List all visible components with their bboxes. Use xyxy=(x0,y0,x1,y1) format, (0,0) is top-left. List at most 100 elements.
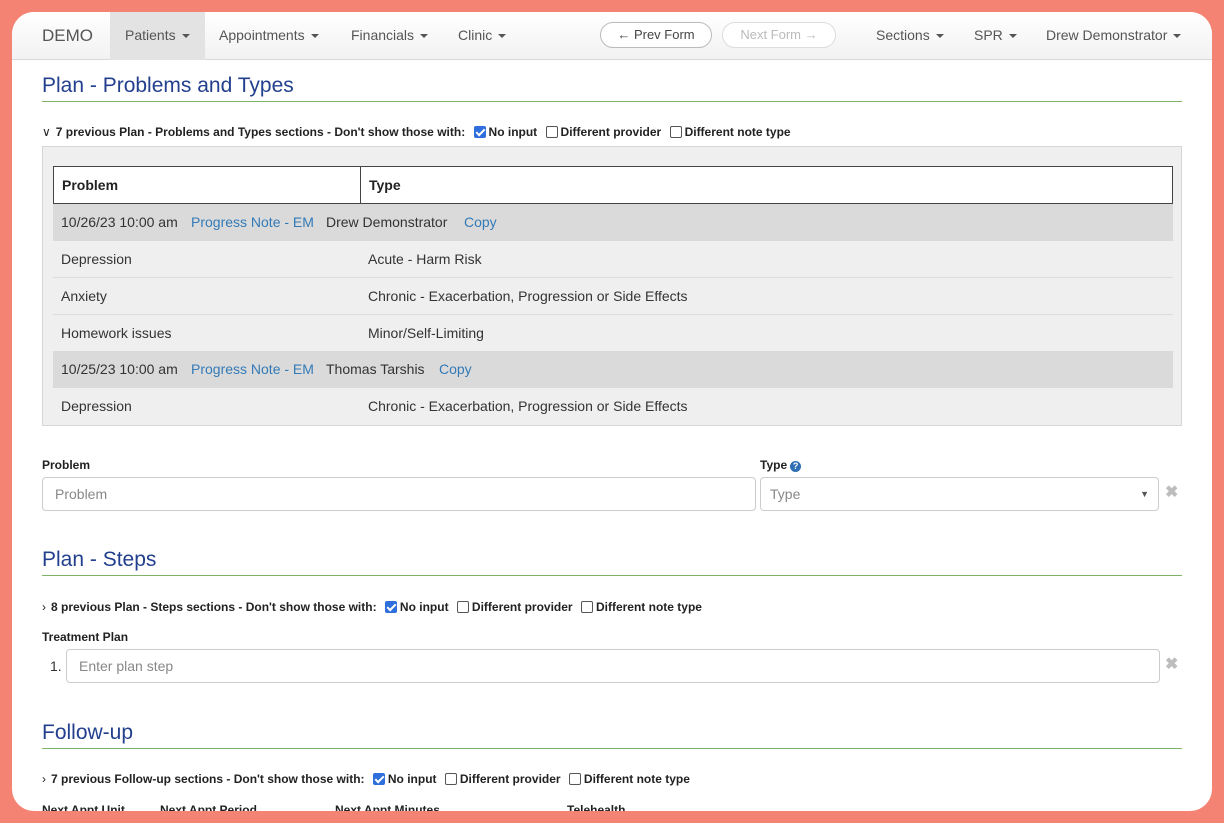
different-note-type-label: Different note type xyxy=(583,772,690,786)
different-provider-label: Different provider xyxy=(560,125,662,139)
table-row: Depression Acute - Harm Risk xyxy=(53,241,1173,278)
type-select[interactable]: Type ▼ xyxy=(760,477,1159,511)
nav-spr-label: SPR xyxy=(974,27,1003,43)
caret-down-icon xyxy=(1008,34,1017,39)
different-provider-checkbox[interactable] xyxy=(444,773,457,785)
nav-appointments[interactable]: Appointments xyxy=(219,12,319,60)
nav-patients-label: Patients xyxy=(125,27,176,43)
nav-patients[interactable]: Patients xyxy=(110,12,205,60)
no-input-checkbox[interactable] xyxy=(372,773,385,785)
section-divider xyxy=(42,575,1182,576)
nav-spr[interactable]: SPR xyxy=(974,12,1017,60)
brand-logo[interactable]: DEMO xyxy=(42,12,93,60)
nav-financials[interactable]: Financials xyxy=(351,12,429,60)
different-provider-label: Different provider xyxy=(459,772,561,786)
previous-sections-label: 7 previous Follow-up sections - xyxy=(51,772,231,786)
column-header-type: Type xyxy=(369,177,401,193)
problem-field-label: Problem xyxy=(42,458,91,472)
nav-appointments-label: Appointments xyxy=(219,27,305,43)
previous-sections-label: 8 previous Plan - Steps sections - xyxy=(51,600,243,614)
column-divider xyxy=(360,167,361,203)
group-provider: Drew Demonstrator xyxy=(326,214,448,230)
telehealth-label: Telehealth xyxy=(567,803,626,811)
group-date: 10/26/23 10:00 am xyxy=(61,214,178,230)
nav-financials-label: Financials xyxy=(351,27,415,43)
type-field-label-text: Type xyxy=(760,458,788,472)
chevron-right-icon: › xyxy=(42,772,46,786)
problem-input[interactable] xyxy=(42,477,756,511)
group-note-link[interactable]: Progress Note - EM xyxy=(191,361,314,377)
table-row: Homework issues Minor/Self-Limiting xyxy=(53,315,1173,352)
no-input-checkbox[interactable] xyxy=(473,126,486,138)
cell-type: Chronic - Exacerbation, Progression or S… xyxy=(368,288,688,304)
section-divider xyxy=(42,101,1182,102)
chevron-right-icon: › xyxy=(42,600,46,614)
next-form-button[interactable]: Next Form → xyxy=(722,22,836,48)
type-field-label: Type? xyxy=(760,458,802,472)
nav-user-menu[interactable]: Drew Demonstrator xyxy=(1046,12,1182,60)
nav-clinic[interactable]: Clinic xyxy=(458,12,507,60)
prev-form-button[interactable]: ← Prev Form xyxy=(600,22,712,48)
previous-sections-toggle-followup[interactable]: › 7 previous Follow-up sections - Don't s… xyxy=(42,772,690,786)
no-input-checkbox[interactable] xyxy=(384,601,397,613)
previous-sections-label: 7 previous Plan - Problems and Types sec… xyxy=(55,125,331,139)
previous-sections-toggle-steps[interactable]: › 8 previous Plan - Steps sections - Don'… xyxy=(42,600,702,614)
next-appt-period-label: Next Appt Period xyxy=(160,803,257,811)
no-input-label: No input xyxy=(399,600,449,614)
help-icon[interactable]: ? xyxy=(790,461,802,472)
treatment-plan-label: Treatment Plan xyxy=(42,630,129,644)
cell-problem: Depression xyxy=(61,398,132,414)
previous-sections-toggle-problems[interactable]: ∨ 7 previous Plan - Problems and Types se… xyxy=(42,125,791,139)
section-title-problems: Plan - Problems and Types xyxy=(42,74,294,97)
section-divider xyxy=(42,748,1182,749)
cell-type: Chronic - Exacerbation, Progression or S… xyxy=(368,398,688,414)
section-title-followup: Follow-up xyxy=(42,721,134,744)
different-provider-checkbox[interactable] xyxy=(545,126,558,138)
caret-down-icon xyxy=(310,34,319,39)
different-note-type-checkbox[interactable] xyxy=(568,773,581,785)
different-note-type-label: Different note type xyxy=(595,600,702,614)
group-date: 10/25/23 10:00 am xyxy=(61,361,178,377)
copy-link[interactable]: Copy xyxy=(439,361,472,377)
caret-down-icon xyxy=(420,34,429,39)
next-appt-unit-label: Next Appt Unit xyxy=(42,803,125,811)
filter-prefix: Don't show those with: xyxy=(334,125,466,139)
different-note-type-label: Different note type xyxy=(684,125,791,139)
cell-type: Minor/Self-Limiting xyxy=(368,325,484,341)
previous-sections-panel: Problem Type 10/26/23 10:00 am Progress … xyxy=(42,146,1182,426)
nav-sections[interactable]: Sections xyxy=(876,12,944,60)
top-navbar: DEMO Patients Appointments Financials Cl… xyxy=(12,12,1212,60)
plan-step-input[interactable] xyxy=(66,649,1160,683)
copy-link[interactable]: Copy xyxy=(464,214,497,230)
type-select-placeholder: Type xyxy=(770,486,801,502)
nav-sections-label: Sections xyxy=(876,27,930,43)
nav-user-label: Drew Demonstrator xyxy=(1046,27,1168,43)
remove-icon[interactable]: ✖ xyxy=(1165,654,1178,674)
step-number: 1. xyxy=(50,658,62,674)
caret-down-icon xyxy=(181,34,190,39)
different-provider-checkbox[interactable] xyxy=(456,601,469,613)
cell-problem: Homework issues xyxy=(61,325,172,341)
group-provider: Thomas Tarshis xyxy=(326,361,425,377)
caret-down-icon xyxy=(935,34,944,39)
cell-problem: Anxiety xyxy=(61,288,107,304)
table-group-row: 10/26/23 10:00 am Progress Note - EM Dre… xyxy=(53,204,1173,241)
filter-prefix: Don't show those with: xyxy=(233,772,365,786)
table-group-row: 10/25/23 10:00 am Progress Note - EM Tho… xyxy=(53,351,1173,388)
next-appt-minutes-label: Next Appt Minutes xyxy=(335,803,440,811)
cell-problem: Depression xyxy=(61,251,132,267)
different-provider-label: Different provider xyxy=(471,600,573,614)
table-header: Problem Type xyxy=(53,166,1173,204)
remove-icon[interactable]: ✖ xyxy=(1165,482,1178,502)
cell-type: Acute - Harm Risk xyxy=(368,251,482,267)
select-arrow-icon: ▼ xyxy=(1140,489,1149,499)
section-title-steps: Plan - Steps xyxy=(42,548,157,571)
different-note-type-checkbox[interactable] xyxy=(580,601,593,613)
group-note-link[interactable]: Progress Note - EM xyxy=(191,214,314,230)
column-header-problem: Problem xyxy=(62,177,119,193)
filter-prefix: Don't show those with: xyxy=(245,600,377,614)
different-note-type-checkbox[interactable] xyxy=(669,126,682,138)
no-input-label: No input xyxy=(488,125,538,139)
caret-down-icon xyxy=(498,34,507,39)
app-window: DEMO Patients Appointments Financials Cl… xyxy=(12,12,1212,811)
